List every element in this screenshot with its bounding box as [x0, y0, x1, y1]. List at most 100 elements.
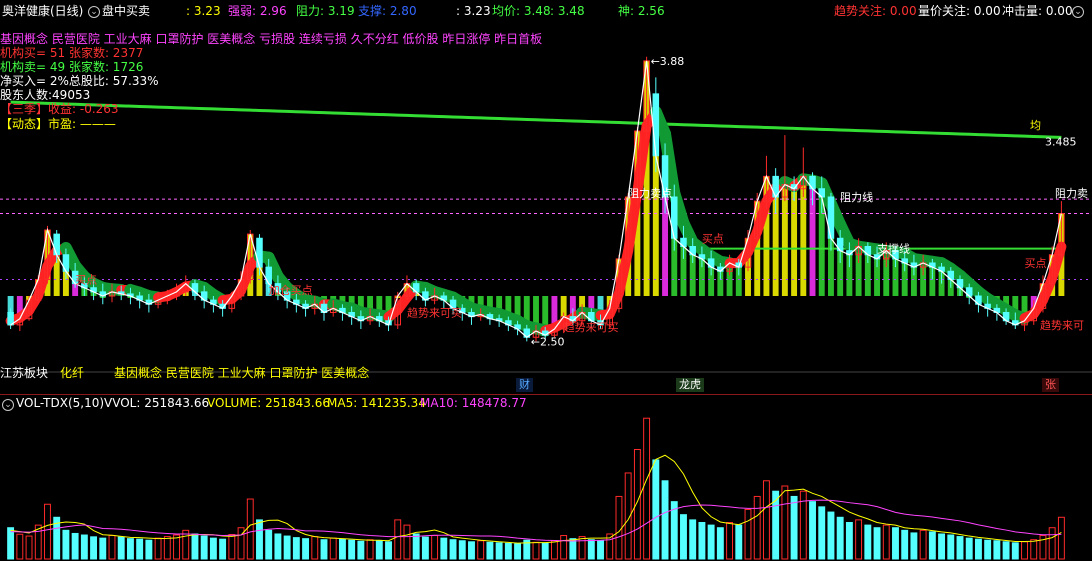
volume-bar	[726, 522, 734, 560]
trend-focus-readout: 趋势关注: 0.00	[834, 4, 917, 18]
support-readout: 支撑: 2.80	[358, 4, 417, 18]
volume-bar	[873, 527, 881, 560]
strength-readout: 强弱: 2.96	[228, 4, 287, 18]
vvol-readout: VVOL: 251843.66	[104, 396, 210, 410]
volume-bar	[200, 535, 208, 560]
volume-bar	[209, 537, 217, 560]
stock-title[interactable]: 奥洋健康(日线)	[2, 4, 83, 18]
main-price-chart[interactable]: ←3.88←2.50均3.485阻力卖阻力卖点 阻力线支撑线趋势来可买趋势来可买趋…	[0, 22, 1092, 394]
three-season-earnings-line: 【三季】收益: -0.263	[0, 102, 119, 116]
volume-bar	[357, 540, 365, 560]
settings-icon[interactable]: ⌄	[1072, 3, 1084, 18]
volume-indicator-name[interactable]: VOL-TDX(5,10)	[16, 396, 104, 410]
volume-bar	[16, 533, 24, 560]
price-readout-2: : 3.23	[456, 4, 491, 18]
volume-bar	[947, 534, 955, 560]
volume-bar	[7, 527, 15, 560]
dynamic-pe-line: 【动态】市盈: ———	[0, 117, 116, 131]
menu-buy-sell-button[interactable]: 盘中买卖	[102, 4, 150, 18]
volume-bar	[716, 527, 724, 560]
volume-bar	[689, 519, 697, 560]
volume-bar	[421, 536, 429, 560]
volume-bar	[781, 485, 789, 560]
volume-bar	[587, 539, 595, 560]
high-price-label: ←3.88	[651, 55, 685, 68]
volume-bar	[246, 498, 254, 560]
volume-header: ⌄ VOL-TDX(5,10) VVOL: 251843.66 VOLUME: …	[0, 395, 1092, 411]
volume-bar	[173, 534, 180, 560]
volume-bar	[762, 480, 770, 560]
menu-chevron-icon[interactable]: ⌄	[88, 3, 100, 18]
volume-bar	[643, 417, 651, 560]
volume-bar	[274, 533, 282, 560]
volume-bar	[302, 538, 310, 560]
volume-bar	[680, 514, 687, 560]
volume-bar	[984, 539, 992, 560]
volume-bar	[965, 537, 973, 560]
volume-bar	[440, 537, 448, 560]
volume-bar	[550, 540, 558, 560]
volume-bar	[578, 536, 586, 560]
volume-bar	[504, 542, 512, 560]
institution-sell-line: 机构卖= 49 张家数: 1726	[0, 60, 144, 74]
volume-bar	[892, 527, 899, 560]
volume-bar	[283, 535, 291, 560]
volume-bar	[311, 536, 319, 560]
volume-bar	[790, 495, 798, 560]
volume-bar	[403, 524, 411, 560]
buy-point-label-2: 买点	[1025, 257, 1047, 270]
volume-bar	[845, 522, 853, 560]
indicator-bar	[652, 155, 659, 296]
volume-bar	[1048, 527, 1056, 560]
volume-bar	[633, 449, 641, 560]
volume-bar	[652, 459, 660, 560]
volume-bar	[532, 541, 540, 560]
ma5-readout: MA5: 141235.34	[327, 396, 426, 410]
support-line-label: 支撑线	[877, 242, 910, 256]
volume-bar	[375, 540, 383, 560]
volume-bar	[486, 541, 494, 560]
volume-bar	[366, 539, 374, 560]
limit-up-marker[interactable]: 张	[1042, 378, 1059, 392]
concept-tags-line: 基因概念 民营医院 工业大麻 口罩防护 医美概念 亏损股 连续亏损 久不分红 低…	[0, 32, 543, 46]
volume-panel-icon[interactable]: ⌄	[2, 396, 14, 411]
volume-bar	[25, 535, 33, 560]
volume-bar	[910, 532, 918, 560]
volume-bar	[80, 534, 88, 560]
volume-bar	[108, 535, 116, 560]
volume-bar	[338, 538, 346, 560]
volume-bar	[228, 533, 236, 560]
volume-bar	[117, 536, 125, 560]
volume-bar	[809, 501, 816, 560]
volume-bar	[818, 506, 826, 560]
avg-price-readout: 均价: 3.48	[492, 4, 551, 18]
net-buy-line: 净买入= 2%总股比: 57.33%	[0, 74, 159, 88]
volume-bar	[145, 539, 153, 560]
long-average-line	[10, 100, 1062, 139]
volume-bar	[855, 519, 863, 560]
volume-bar	[320, 539, 328, 560]
financial-report-marker[interactable]: 财	[516, 378, 533, 392]
resistance-sell-label: 阻力卖	[1055, 187, 1088, 200]
volume-bar	[99, 537, 107, 560]
dragon-tiger-marker[interactable]: 龙虎	[676, 378, 704, 392]
volume-bar	[182, 529, 190, 560]
volume-bar	[219, 538, 227, 560]
volume-bar	[956, 536, 964, 560]
sector-label: 江苏板块	[0, 366, 49, 380]
volume-bar	[44, 503, 51, 560]
trend-buy-label-2: 趋势来可买	[564, 321, 619, 334]
low-price-label: ←2.50	[531, 335, 565, 348]
institution-buy-line: 机构买= 51 张家数: 2377	[0, 46, 144, 60]
volume-bar	[348, 539, 356, 560]
volume-bar	[698, 522, 706, 560]
volume-bar	[864, 524, 872, 560]
volume-bar	[385, 541, 392, 560]
volume-chart[interactable]	[0, 411, 1092, 561]
volume-bar	[938, 533, 946, 560]
volume-bar	[661, 480, 669, 560]
volume-bar	[458, 540, 466, 560]
volume-bar	[744, 508, 752, 560]
sector-concepts-label: 基因概念 民营医院 工业大麻 口罩防护 医美概念	[114, 366, 370, 380]
volume-bar	[1030, 539, 1038, 560]
